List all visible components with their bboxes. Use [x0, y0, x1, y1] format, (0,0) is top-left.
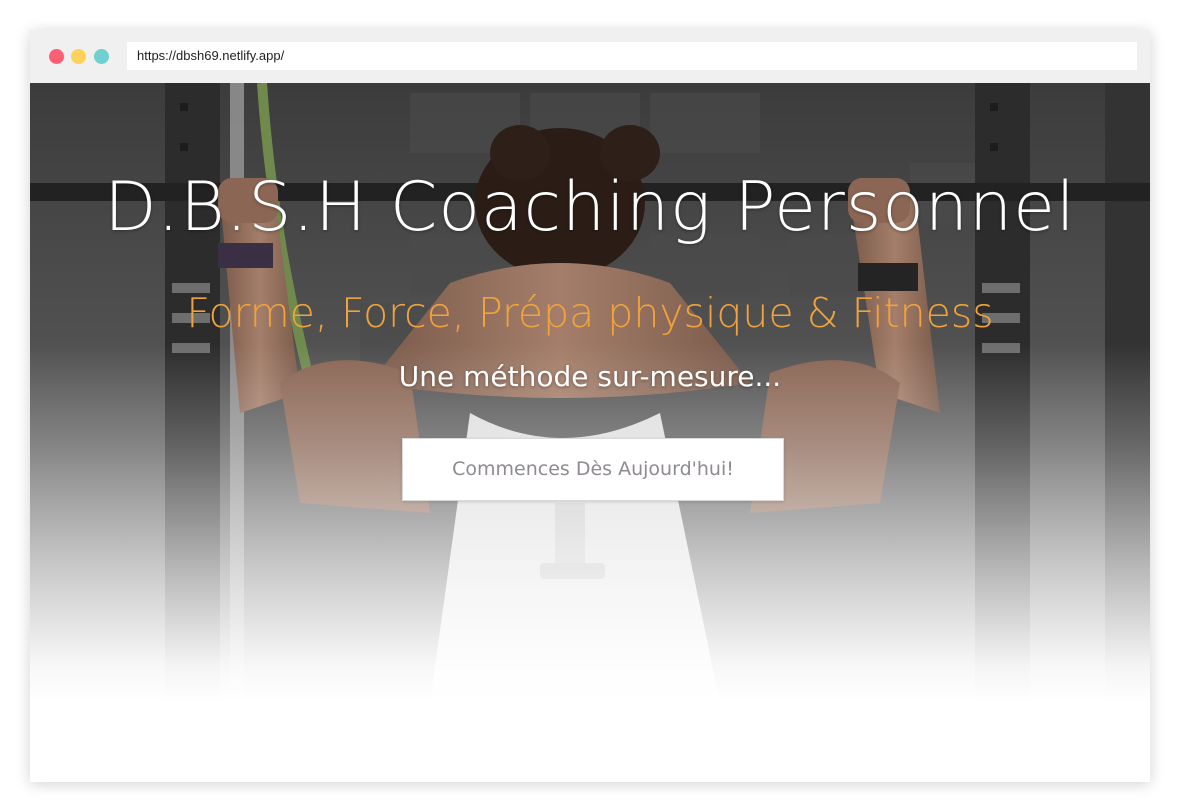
- maximize-window-dot[interactable]: [94, 49, 109, 64]
- hero-subtitle: Forme, Force, Prépa physique & Fitness: [186, 289, 994, 337]
- browser-window: https://dbsh69.netlify.app/ D.B.S.H Coac…: [30, 30, 1150, 782]
- close-window-dot[interactable]: [49, 49, 64, 64]
- start-today-button[interactable]: Commences Dès Aujourd'hui!: [402, 438, 784, 501]
- minimize-window-dot[interactable]: [71, 49, 86, 64]
- hero-section: D.B.S.H Coaching Personnel Forme, Force,…: [30, 83, 1150, 703]
- address-bar[interactable]: https://dbsh69.netlify.app/: [127, 42, 1137, 70]
- page-below-hero: [30, 703, 1150, 782]
- hero-title: D.B.S.H Coaching Personnel: [104, 168, 1076, 247]
- browser-titlebar: https://dbsh69.netlify.app/: [30, 30, 1150, 83]
- hero-tagline: Une méthode sur-mesure...: [398, 360, 782, 393]
